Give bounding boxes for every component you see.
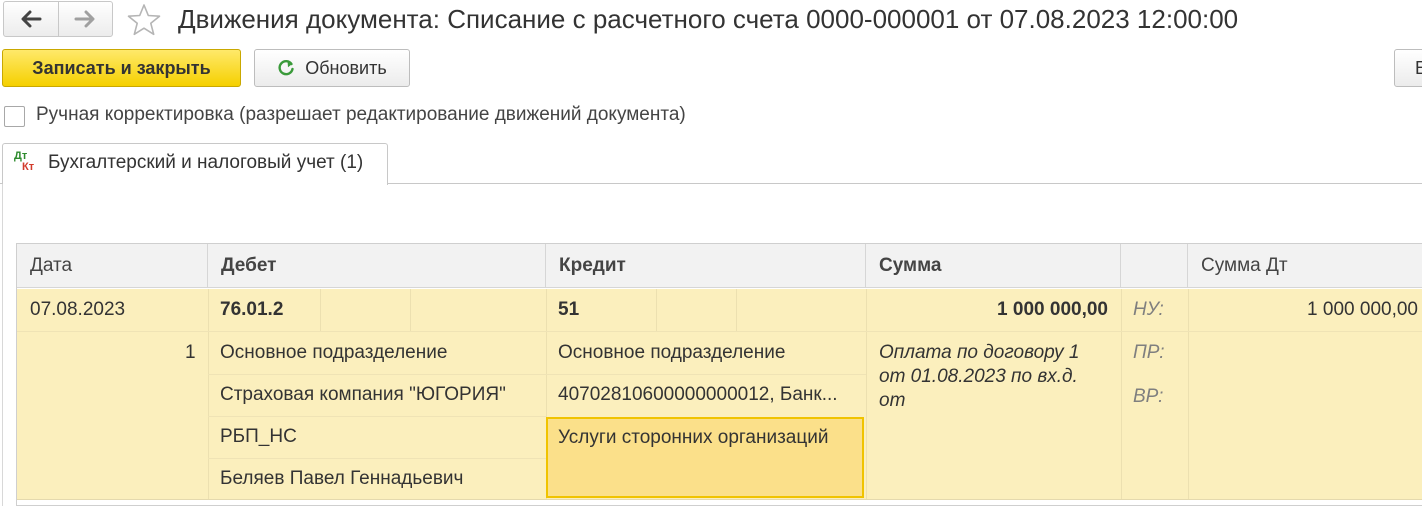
refresh-label: Обновить <box>305 57 387 78</box>
kt-icon-label: Кт <box>22 161 35 173</box>
manual-edit-label: Ручная корректировка (разрешает редактир… <box>36 104 686 125</box>
more-label: Е <box>1415 57 1422 78</box>
panel-border <box>2 184 3 506</box>
column-header-tax[interactable] <box>1121 244 1188 288</box>
cell-debit-subconto-1[interactable]: Основное подразделение <box>220 342 447 364</box>
cell-divider <box>736 289 737 331</box>
arrow-right-icon <box>74 10 95 28</box>
cell-debit-subconto-3[interactable]: РБП_НС <box>220 426 297 448</box>
cell-row-number: 1 <box>185 342 196 363</box>
row-divider <box>17 331 1422 332</box>
row-divider <box>208 374 546 375</box>
cell-debit-subconto-4[interactable]: Беляев Павел Геннадьевич <box>220 468 463 490</box>
cell-amount[interactable]: 1 000 000,00 <box>866 299 1108 321</box>
cell-debit-account[interactable]: 76.01.2 <box>220 299 283 321</box>
row-divider <box>208 416 546 417</box>
column-header-debit[interactable]: Дебет <box>208 244 546 288</box>
save-and-close-button[interactable]: Записать и закрыть <box>2 49 241 87</box>
column-header-credit[interactable]: Кредит <box>546 244 866 288</box>
tax-label-nu: НУ: <box>1133 299 1164 320</box>
cell-credit-subconto-1[interactable]: Основное подразделение <box>558 342 785 364</box>
cell-divider <box>656 289 657 331</box>
arrow-left-icon <box>21 10 42 28</box>
dt-kt-icon: Дт Кт <box>13 150 41 176</box>
manual-edit-checkbox[interactable] <box>4 106 25 127</box>
page-title: Движения документа: Списание с расчетног… <box>178 4 1239 34</box>
cell-date: 07.08.2023 <box>30 299 126 320</box>
cell-divider <box>1121 289 1122 499</box>
row-divider <box>208 458 546 459</box>
tax-label-pr: ПР: <box>1133 342 1165 363</box>
tax-label-vr: ВР: <box>1133 386 1164 407</box>
tab-strip-line <box>388 183 1422 184</box>
tab-accounting-label: Бухгалтерский и налоговый учет (1) <box>48 152 364 173</box>
cell-divider <box>208 289 209 499</box>
cell-credit-subconto-2[interactable]: 40702810600000000012, Банк... <box>558 384 838 406</box>
column-header-date[interactable]: Дата <box>17 244 208 288</box>
star-icon <box>127 4 161 36</box>
cell-credit-subconto-3: Услуги сторонних организаций <box>558 427 829 448</box>
cell-divider <box>320 289 321 331</box>
refresh-button[interactable]: Обновить <box>254 49 410 87</box>
table-bottom-line <box>17 499 1422 500</box>
cell-divider <box>410 289 411 331</box>
cell-debit-subconto-2[interactable]: Страховая компания "ЮГОРИЯ" <box>220 384 506 406</box>
cell-credit-account[interactable]: 51 <box>558 299 579 321</box>
nav-button-group <box>3 1 113 37</box>
refresh-icon <box>277 59 295 77</box>
more-button[interactable]: Е <box>1394 49 1422 87</box>
forward-button[interactable] <box>57 2 113 36</box>
cell-amount-dt[interactable]: 1 000 000,00 <box>1188 299 1418 321</box>
cell-content[interactable]: Оплата по договору 1 от 01.08.2023 по вх… <box>879 341 1107 413</box>
favorite-button[interactable] <box>126 2 162 38</box>
column-header-amount-dt[interactable]: Сумма Дт <box>1188 244 1422 288</box>
back-button[interactable] <box>4 2 58 36</box>
column-header-amount[interactable]: Сумма <box>866 244 1121 288</box>
row-divider <box>546 374 866 375</box>
